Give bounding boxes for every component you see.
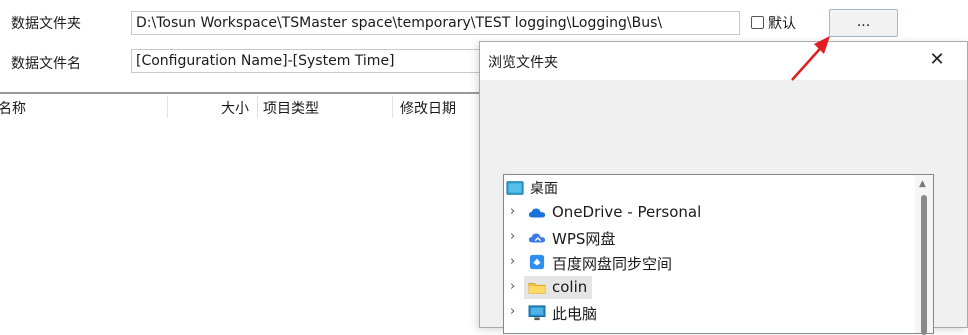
dialog-title: 浏览文件夹	[488, 55, 558, 71]
data-file-name-label: 数据文件名	[11, 56, 81, 72]
tree-item-this-pc[interactable]: › 此电脑	[504, 301, 914, 325]
data-folder-label: 数据文件夹	[11, 16, 81, 32]
tree-item-onedrive[interactable]: › OneDrive - Personal	[504, 201, 914, 225]
col-header-modified[interactable]: 修改日期	[400, 98, 456, 118]
annotation-arrow-icon	[791, 36, 830, 81]
tree-item-label: 百度网盘同步空间	[552, 255, 673, 273]
folder-tree[interactable]: 桌面 › OneDrive - Personal › WPS网盘 › 百度网盘同…	[503, 174, 934, 335]
onedrive-cloud-icon	[528, 208, 546, 218]
close-icon[interactable]: ✕	[927, 50, 947, 70]
tree-item-label: 桌面	[530, 181, 558, 197]
tree-scrollbar[interactable]: ▲	[915, 175, 933, 335]
tree-item-label: OneDrive - Personal	[552, 203, 702, 221]
browse-folder-dialog: 浏览文件夹 ✕ 桌面 › OneDrive - Personal › WPS网盘	[479, 41, 968, 335]
chevron-right-icon[interactable]: ›	[510, 230, 522, 244]
tree-item-desktop[interactable]: 桌面	[504, 176, 914, 200]
col-header-size[interactable]: 大小	[221, 98, 249, 118]
chevron-right-icon[interactable]: ›	[510, 255, 522, 269]
chevron-right-icon[interactable]: ›	[510, 280, 522, 294]
tree-item-wps[interactable]: › WPS网盘	[504, 226, 914, 250]
default-checkbox[interactable]	[751, 16, 764, 29]
data-file-name-field[interactable]: [Configuration Name]-[System Time]	[131, 49, 491, 73]
dialog-titlebar: 浏览文件夹 ✕	[480, 42, 967, 80]
tree-item-label: WPS网盘	[552, 230, 616, 248]
scrollbar-thumb[interactable]	[921, 195, 927, 335]
computer-icon	[528, 305, 546, 321]
baidu-sync-icon	[529, 254, 545, 270]
tree-item-label: colin	[552, 278, 588, 296]
data-folder-field[interactable]: D:\Tosun Workspace\TSMaster space\tempor…	[131, 11, 740, 35]
tree-item-label: 此电脑	[552, 305, 598, 323]
desktop-icon	[506, 181, 524, 195]
col-separator[interactable]	[257, 96, 258, 118]
col-separator[interactable]	[392, 96, 393, 118]
col-separator[interactable]	[167, 96, 168, 118]
folder-icon	[528, 283, 546, 294]
chevron-right-icon[interactable]: ›	[510, 305, 522, 319]
chevron-right-icon[interactable]: ›	[510, 205, 522, 219]
tree-item-baidu[interactable]: › 百度网盘同步空间	[504, 251, 914, 275]
col-header-name[interactable]: 名称	[0, 98, 26, 118]
col-header-type[interactable]: 项目类型	[263, 98, 319, 118]
wps-cloud-icon	[528, 233, 546, 243]
scroll-up-icon[interactable]: ▲	[919, 179, 926, 189]
divider	[0, 92, 479, 94]
tree-item-colin[interactable]: › colin	[504, 276, 914, 300]
